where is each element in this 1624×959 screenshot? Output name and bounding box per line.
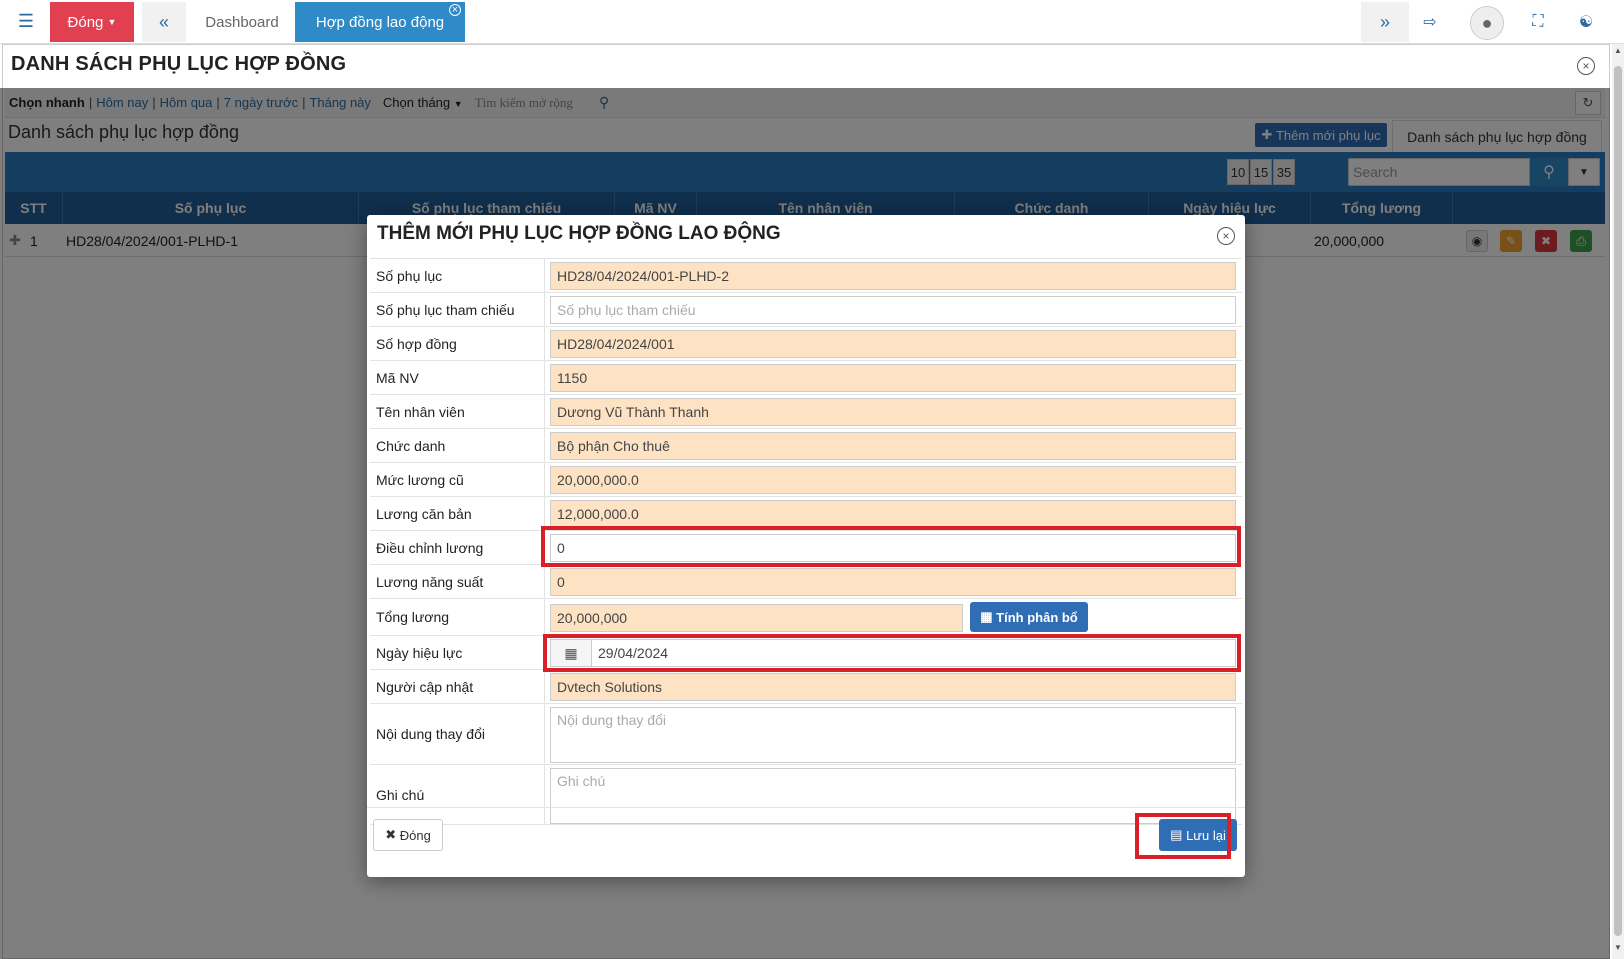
so-phu-luc-tham-chieu-input[interactable]: Số phụ lục tham chiếu xyxy=(550,296,1236,324)
fullscreen-icon[interactable]: ⛶ xyxy=(1518,2,1558,42)
row-so-hop-dong: Số hợp đồng HD28/04/2024/001 xyxy=(370,326,1242,360)
user-avatar[interactable]: ● xyxy=(1470,6,1504,40)
row-luong-nang-suat: Lương năng suất 0 xyxy=(370,564,1242,598)
label-so-hop-dong: Số hợp đồng xyxy=(370,327,545,360)
tong-luong-input[interactable]: 20,000,000 xyxy=(550,604,963,632)
close-menu-button[interactable]: Đóng ▼ xyxy=(50,2,134,42)
row-chuc-danh: Chức danh Bộ phận Cho thuê xyxy=(370,428,1242,462)
so-phu-luc-input[interactable]: HD28/04/2024/001-PLHD-2 xyxy=(550,262,1236,290)
row-luong-can-ban: Lương căn bản 12,000,000.0 xyxy=(370,496,1242,530)
ma-nv-input[interactable]: 1150 xyxy=(550,364,1236,392)
highlight-save-button xyxy=(1135,813,1231,859)
scrollbar-thumb[interactable] xyxy=(1614,66,1622,936)
row-noi-dung-thay-doi: Nội dung thay đổi Nội dung thay đổi xyxy=(370,703,1242,764)
calculator-icon: ▦ xyxy=(980,609,993,624)
row-so-phu-luc: Số phụ lục HD28/04/2024/001-PLHD-2 xyxy=(370,258,1242,292)
page-scrollbar[interactable]: ▲ ▼ xyxy=(1612,44,1624,959)
luong-nang-suat-input[interactable]: 0 xyxy=(550,568,1236,596)
scroll-up-icon[interactable]: ▲ xyxy=(1612,46,1624,60)
noi-dung-thay-doi-textarea[interactable]: Nội dung thay đổi xyxy=(550,707,1236,763)
label-so-phu-luc: Số phụ lục xyxy=(370,259,545,292)
row-muc-luong-cu: Mức lương cũ 20,000,000.0 xyxy=(370,462,1242,496)
row-nguoi-cap-nhat: Người cập nhật Dvtech Solutions xyxy=(370,669,1242,703)
label-tong-luong: Tổng lương xyxy=(370,599,545,635)
label-ngay-hieu-luc: Ngày hiệu lực xyxy=(370,636,545,669)
luong-can-ban-input[interactable]: 12,000,000.0 xyxy=(550,500,1236,528)
caret-down-icon: ▼ xyxy=(107,17,117,27)
modal-close-icon[interactable]: × xyxy=(1217,227,1235,245)
tab-label: Hợp đồng lao động xyxy=(315,13,445,31)
add-appendix-modal: THÊM MỚI PHỤ LỤC HỢP ĐỒNG LAO ĐỘNG × Số … xyxy=(367,215,1245,877)
label-so-phu-luc-tham-chieu: Số phụ lục tham chiếu xyxy=(370,293,545,326)
modal-title: THÊM MỚI PHỤ LỤC HỢP ĐỒNG LAO ĐỘNG xyxy=(377,223,781,244)
label-noi-dung-thay-doi: Nội dung thay đổi xyxy=(370,704,545,764)
label-chuc-danh: Chức danh xyxy=(370,429,545,462)
label-luong-can-ban: Lương căn bản xyxy=(370,497,545,530)
label-luong-nang-suat: Lương năng suất xyxy=(370,565,545,598)
window-title: DANH SÁCH PHỤ LỤC HỢP ĐỒNG xyxy=(11,53,347,75)
label-dieu-chinh-luong: Điều chỉnh lương xyxy=(370,531,545,564)
row-ten-nhan-vien: Tên nhân viên Dương Vũ Thành Thanh xyxy=(370,394,1242,428)
scroll-down-icon[interactable]: ▼ xyxy=(1612,943,1624,957)
row-ma-nv: Mã NV 1150 xyxy=(370,360,1242,394)
muc-luong-cu-input[interactable]: 20,000,000.0 xyxy=(550,466,1236,494)
tinh-phan-bo-label: Tính phân bổ xyxy=(996,609,1078,625)
chuc-danh-input[interactable]: Bộ phận Cho thuê xyxy=(550,432,1236,460)
tabs-back-icon[interactable]: « xyxy=(142,2,186,42)
window-close-icon[interactable]: × xyxy=(1577,57,1595,75)
label-muc-luong-cu: Mức lương cũ xyxy=(370,463,545,496)
close-icon: ✖ xyxy=(385,827,397,842)
label-ten-nhan-vien: Tên nhân viên xyxy=(370,395,545,428)
modal-footer: ✖ Đóng ▤ Lưu lại xyxy=(367,807,1245,877)
tab-hop-dong-lao-dong[interactable]: Hợp đồng lao động × xyxy=(295,2,465,42)
modal-close-label: Đóng xyxy=(399,827,431,843)
tabs-forward-icon[interactable]: » xyxy=(1361,2,1409,42)
logout-icon[interactable]: ⇨ xyxy=(1410,2,1450,42)
ten-nhan-vien-input[interactable]: Dương Vũ Thành Thanh xyxy=(550,398,1236,426)
so-hop-dong-input[interactable]: HD28/04/2024/001 xyxy=(550,330,1236,358)
modal-close-button[interactable]: ✖ Đóng xyxy=(373,819,443,851)
tab-dashboard[interactable]: Dashboard xyxy=(192,2,292,42)
nguoi-cap-nhat-input[interactable]: Dvtech Solutions xyxy=(550,673,1236,701)
row-so-phu-luc-tham-chieu: Số phụ lục tham chiếu Số phụ lục tham ch… xyxy=(370,292,1242,326)
highlight-dieu-chinh-luong xyxy=(541,526,1241,567)
close-menu-label: Đóng xyxy=(67,13,104,31)
label-nguoi-cap-nhat: Người cập nhật xyxy=(370,670,545,703)
hamburger-menu-icon[interactable]: ☰ xyxy=(8,0,44,42)
top-bar: ☰ Đóng ▼ « Dashboard Hợp đồng lao động ×… xyxy=(0,0,1624,44)
org-chart-icon[interactable]: ☯ xyxy=(1566,2,1606,42)
tab-close-icon[interactable]: × xyxy=(449,4,461,16)
row-tong-luong: Tổng lương 20,000,000 ▦ Tính phân bổ xyxy=(370,598,1242,635)
label-ma-nv: Mã NV xyxy=(370,361,545,394)
highlight-ngay-hieu-luc xyxy=(543,634,1241,672)
tinh-phan-bo-button[interactable]: ▦ Tính phân bổ xyxy=(970,602,1088,632)
